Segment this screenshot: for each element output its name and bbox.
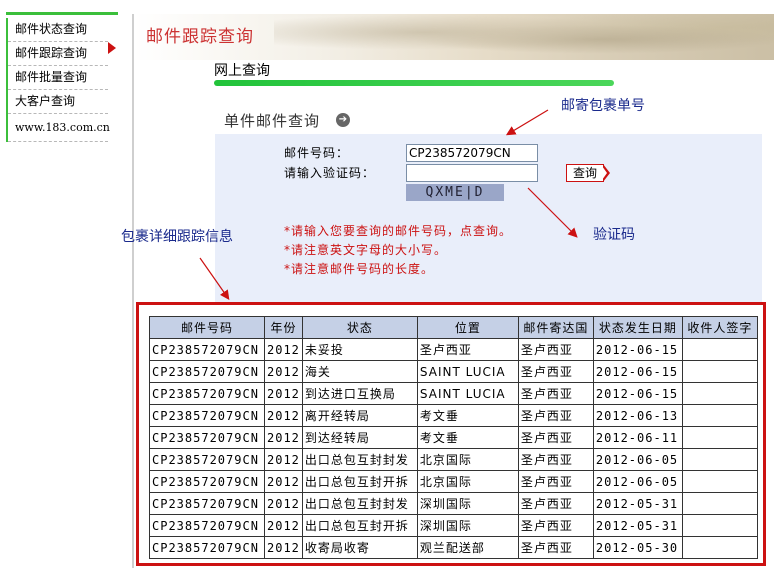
cell-location: 圣卢西亚 [416, 338, 519, 361]
arrow-to-result-table [199, 257, 230, 300]
arrow-to-mail-number [505, 109, 549, 136]
cell-destination: 圣卢西亚 [517, 404, 594, 427]
col-header-location: 位置 [416, 316, 519, 339]
cell-location: 北京国际 [416, 448, 519, 471]
cell-signature [681, 404, 758, 427]
cell-status: 出口总包互封开拆 [301, 470, 418, 493]
cell-destination: 圣卢西亚 [517, 338, 594, 361]
cell-location: 考文垂 [416, 426, 519, 449]
cell-date: 2012-06-11 [592, 426, 683, 449]
cell-mail-number: CP238572079CN [149, 404, 265, 427]
cell-destination: 圣卢西亚 [517, 360, 594, 383]
cell-status: 到达经转局 [301, 426, 418, 449]
col-header-destination: 邮件寄达国 [517, 316, 594, 339]
cell-destination: 圣卢西亚 [517, 382, 594, 405]
cell-mail-number: CP238572079CN [149, 426, 265, 449]
cell-date: 2012-06-15 [592, 338, 683, 361]
table-row: CP238572079CN 2012 到达进口互换局 SAINT LUCIA 圣卢西亚 2… [149, 382, 758, 405]
cell-mail-number: CP238572079CN [149, 514, 265, 537]
table-row: CP238572079CN 2012 未妥投 圣卢西亚 圣卢西亚 2012-06-15 [149, 338, 758, 361]
cell-status: 未妥投 [301, 338, 418, 361]
cell-year: 2012 [264, 426, 303, 449]
cell-year: 2012 [264, 514, 303, 537]
cell-mail-number: CP238572079CN [149, 536, 265, 559]
cell-signature [681, 426, 758, 449]
cell-signature [681, 514, 758, 537]
cell-mail-number: CP238572079CN [149, 360, 265, 383]
table-row: CP238572079CN 2012 到达经转局 考文垂 圣卢西亚 2012-06-11 [149, 426, 758, 449]
table-header-row: 邮件号码 年份 状态 位置 邮件寄达国 状态发生日期 收件人签字 [149, 316, 758, 339]
cell-mail-number: CP238572079CN [149, 338, 265, 361]
cell-destination: 圣卢西亚 [517, 426, 594, 449]
cell-status: 离开经转局 [301, 404, 418, 427]
cell-signature [681, 536, 758, 559]
cell-date: 2012-05-30 [592, 536, 683, 559]
cell-year: 2012 [264, 470, 303, 493]
cell-date: 2012-05-31 [592, 514, 683, 537]
cell-location: 考文垂 [416, 404, 519, 427]
cell-destination: 圣卢西亚 [517, 448, 594, 471]
cell-destination: 圣卢西亚 [517, 492, 594, 515]
table-row: CP238572079CN 2012 离开经转局 考文垂 圣卢西亚 2012-06-13 [149, 404, 758, 427]
cell-year: 2012 [264, 338, 303, 361]
cell-mail-number: CP238572079CN [149, 470, 265, 493]
col-header-mail-number: 邮件号码 [149, 316, 265, 339]
cell-date: 2012-05-31 [592, 492, 683, 515]
cell-location: SAINT LUCIA [416, 382, 519, 405]
cell-date: 2012-06-13 [592, 404, 683, 427]
cell-destination: 圣卢西亚 [517, 514, 594, 537]
table-row: CP238572079CN 2012 收寄局收寄 观兰配送部 圣卢西亚 2012-05-3… [149, 536, 758, 559]
col-header-signature: 收件人签字 [681, 316, 758, 339]
cell-status: 收寄局收寄 [301, 536, 418, 559]
cell-status: 海关 [301, 360, 418, 383]
cell-signature [681, 492, 758, 515]
arrow-to-captcha [527, 187, 578, 238]
cell-date: 2012-06-15 [592, 382, 683, 405]
cell-date: 2012-06-15 [592, 360, 683, 383]
cell-status: 出口总包互封开拆 [301, 514, 418, 537]
cell-mail-number: CP238572079CN [149, 382, 265, 405]
cell-mail-number: CP238572079CN [149, 492, 265, 515]
cell-date: 2012-06-05 [592, 448, 683, 471]
cell-signature [681, 382, 758, 405]
cell-location: 北京国际 [416, 470, 519, 493]
col-header-year: 年份 [264, 316, 303, 339]
col-header-date: 状态发生日期 [592, 316, 683, 339]
table-row: CP238572079CN 2012 出口总包互封封发 北京国际 圣卢西亚 2012-06… [149, 448, 758, 471]
cell-year: 2012 [264, 448, 303, 471]
table-row: CP238572079CN 2012 出口总包互封开拆 深圳国际 圣卢西亚 2012-05… [149, 514, 758, 537]
cell-year: 2012 [264, 536, 303, 559]
cell-location: 深圳国际 [416, 514, 519, 537]
cell-location: SAINT LUCIA [416, 360, 519, 383]
cell-year: 2012 [264, 382, 303, 405]
cell-destination: 圣卢西亚 [517, 536, 594, 559]
table-row: CP238572079CN 2012 出口总包互封开拆 北京国际 圣卢西亚 2012-06… [149, 470, 758, 493]
cell-mail-number: CP238572079CN [149, 448, 265, 471]
cell-signature [681, 338, 758, 361]
cell-year: 2012 [264, 404, 303, 427]
cell-year: 2012 [264, 360, 303, 383]
cell-signature [681, 470, 758, 493]
cell-status: 出口总包互封封发 [301, 492, 418, 515]
cell-destination: 圣卢西亚 [517, 470, 594, 493]
cell-date: 2012-06-05 [592, 470, 683, 493]
cell-signature [681, 448, 758, 471]
cell-year: 2012 [264, 492, 303, 515]
cell-status: 出口总包互封封发 [301, 448, 418, 471]
table-row: CP238572079CN 2012 海关 SAINT LUCIA 圣卢西亚 2012-0… [149, 360, 758, 383]
tracking-results-table: 邮件号码 年份 状态 位置 邮件寄达国 状态发生日期 收件人签字 CP23857… [149, 316, 758, 559]
cell-status: 到达进口互换局 [301, 382, 418, 405]
col-header-status: 状态 [301, 316, 418, 339]
table-row: CP238572079CN 2012 出口总包互封封发 深圳国际 圣卢西亚 2012-05… [149, 492, 758, 515]
cell-location: 深圳国际 [416, 492, 519, 515]
cell-signature [681, 360, 758, 383]
cell-location: 观兰配送部 [416, 536, 519, 559]
